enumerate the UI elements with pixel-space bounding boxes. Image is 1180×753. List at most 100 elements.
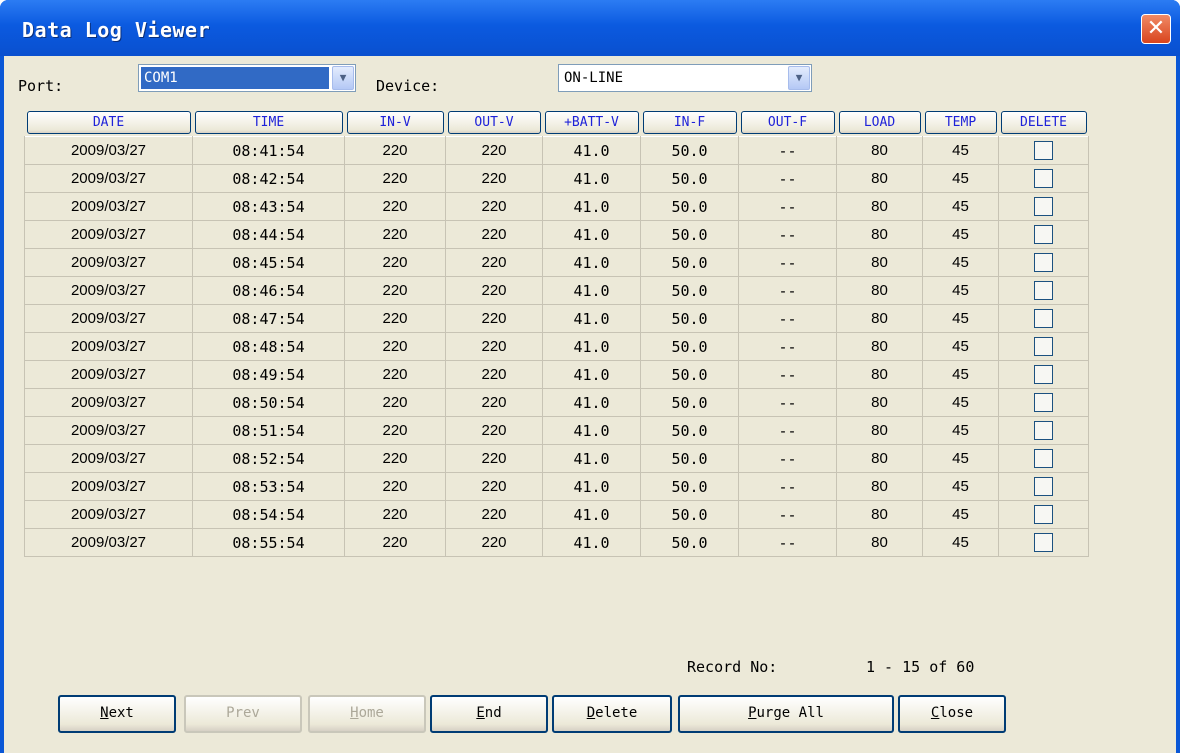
delete-checkbox[interactable] <box>1034 141 1053 160</box>
delete-checkbox[interactable] <box>1034 393 1053 412</box>
delete-cell[interactable] <box>998 164 1089 193</box>
cell-date: 2009/03/27 <box>24 528 193 557</box>
cell-in-v: 220 <box>344 332 446 361</box>
cell-date: 2009/03/27 <box>24 500 193 529</box>
prev-button[interactable]: Prev <box>184 695 302 733</box>
table-row[interactable]: 2009/03/27 08:44:54 220 220 41.0 50.0 -- 80 45 <box>24 220 1089 249</box>
close-window-button[interactable]: ✕ <box>1141 14 1171 44</box>
delete-cell[interactable] <box>998 360 1089 389</box>
table-row[interactable]: 2009/03/27 08:52:54 220 220 41.0 50.0 -- 80 45 <box>24 444 1089 473</box>
cell-date: 2009/03/27 <box>24 164 193 193</box>
chevron-down-icon[interactable]: ▼ <box>332 66 354 90</box>
cell-out-v: 220 <box>445 472 543 501</box>
delete-button[interactable]: Delete <box>552 695 672 733</box>
delete-cell[interactable] <box>998 472 1089 501</box>
next-button[interactable]: Next <box>58 695 176 733</box>
cell-load: 80 <box>836 472 923 501</box>
table-row[interactable]: 2009/03/27 08:41:54 220 220 41.0 50.0 -- 80 45 <box>24 136 1089 165</box>
record-no-label: Record No: <box>687 658 778 676</box>
table-row[interactable]: 2009/03/27 08:46:54 220 220 41.0 50.0 -- 80 45 <box>24 276 1089 305</box>
delete-checkbox[interactable] <box>1034 421 1053 440</box>
delete-checkbox[interactable] <box>1034 505 1053 524</box>
table-row[interactable]: 2009/03/27 08:53:54 220 220 41.0 50.0 -- 80 45 <box>24 472 1089 501</box>
delete-checkbox[interactable] <box>1034 169 1053 188</box>
cell-load: 80 <box>836 136 923 165</box>
cell-out-f: -- <box>738 472 837 501</box>
table-row[interactable]: 2009/03/27 08:49:54 220 220 41.0 50.0 -- 80 45 <box>24 360 1089 389</box>
home-button[interactable]: Home <box>308 695 426 733</box>
delete-cell[interactable] <box>998 276 1089 305</box>
port-select[interactable]: COM1 ▼ <box>138 64 356 92</box>
chevron-down-icon[interactable]: ▼ <box>788 66 810 90</box>
column-header-batt-v-button[interactable]: +BATT-V <box>544 110 639 134</box>
cell-in-v: 220 <box>344 528 446 557</box>
delete-checkbox[interactable] <box>1034 365 1053 384</box>
cell-out-v: 220 <box>445 220 543 249</box>
column-header-out-f-button[interactable]: OUT-F <box>740 110 835 134</box>
cell-in-f: 50.0 <box>640 136 739 165</box>
column-header-time-button[interactable]: TIME <box>194 110 343 134</box>
cell-in-v: 220 <box>344 220 446 249</box>
cell-temp: 45 <box>922 416 999 445</box>
cell-out-f: -- <box>738 332 837 361</box>
cell-time: 08:48:54 <box>192 332 345 361</box>
cell-out-f: -- <box>738 192 837 221</box>
end-button[interactable]: End <box>430 695 548 733</box>
table-row[interactable]: 2009/03/27 08:48:54 220 220 41.0 50.0 -- 80 45 <box>24 332 1089 361</box>
cell-time: 08:52:54 <box>192 444 345 473</box>
close-button[interactable]: Close <box>898 695 1006 733</box>
cell-load: 80 <box>836 276 923 305</box>
delete-cell[interactable] <box>998 528 1089 557</box>
delete-checkbox[interactable] <box>1034 281 1053 300</box>
delete-cell[interactable] <box>998 416 1089 445</box>
column-header-date-button[interactable]: DATE <box>26 110 191 134</box>
cell-temp: 45 <box>922 360 999 389</box>
column-header-delete-button[interactable]: DELETE <box>1000 110 1087 134</box>
delete-checkbox[interactable] <box>1034 533 1053 552</box>
cell-date: 2009/03/27 <box>24 276 193 305</box>
delete-checkbox[interactable] <box>1034 449 1053 468</box>
delete-checkbox[interactable] <box>1034 337 1053 356</box>
cell-out-f: -- <box>738 136 837 165</box>
table-row[interactable]: 2009/03/27 08:43:54 220 220 41.0 50.0 -- 80 45 <box>24 192 1089 221</box>
table-row[interactable]: 2009/03/27 08:45:54 220 220 41.0 50.0 -- 80 45 <box>24 248 1089 277</box>
delete-checkbox[interactable] <box>1034 197 1053 216</box>
cell-out-v: 220 <box>445 388 543 417</box>
delete-cell[interactable] <box>998 500 1089 529</box>
cell-in-v: 220 <box>344 136 446 165</box>
table-row[interactable]: 2009/03/27 08:54:54 220 220 41.0 50.0 -- 80 45 <box>24 500 1089 529</box>
delete-checkbox[interactable] <box>1034 253 1053 272</box>
table-row[interactable]: 2009/03/27 08:51:54 220 220 41.0 50.0 -- 80 45 <box>24 416 1089 445</box>
delete-cell[interactable] <box>998 332 1089 361</box>
cell-load: 80 <box>836 360 923 389</box>
cell-time: 08:47:54 <box>192 304 345 333</box>
delete-cell[interactable] <box>998 136 1089 165</box>
cell-batt-v: 41.0 <box>542 444 641 473</box>
cell-batt-v: 41.0 <box>542 388 641 417</box>
cell-time: 08:51:54 <box>192 416 345 445</box>
purge-all-button[interactable]: Purge All <box>678 695 894 733</box>
delete-cell[interactable] <box>998 304 1089 333</box>
delete-checkbox[interactable] <box>1034 225 1053 244</box>
title-bar[interactable]: Data Log Viewer ✕ <box>0 0 1180 56</box>
column-header-in-f-button[interactable]: IN-F <box>642 110 737 134</box>
delete-cell[interactable] <box>998 248 1089 277</box>
table-row[interactable]: 2009/03/27 08:50:54 220 220 41.0 50.0 -- 80 45 <box>24 388 1089 417</box>
table-row[interactable]: 2009/03/27 08:42:54 220 220 41.0 50.0 -- 80 45 <box>24 164 1089 193</box>
column-header-delete: DELETE <box>998 108 1089 137</box>
delete-cell[interactable] <box>998 220 1089 249</box>
delete-cell[interactable] <box>998 388 1089 417</box>
cell-out-v: 220 <box>445 136 543 165</box>
delete-cell[interactable] <box>998 192 1089 221</box>
delete-checkbox[interactable] <box>1034 477 1053 496</box>
delete-cell[interactable] <box>998 444 1089 473</box>
column-header-temp-button[interactable]: TEMP <box>924 110 997 134</box>
column-header-out-v-button[interactable]: OUT-V <box>447 110 541 134</box>
device-select[interactable]: ON-LINE ▼ <box>558 64 812 92</box>
table-row[interactable]: 2009/03/27 08:55:54 220 220 41.0 50.0 -- 80 45 <box>24 528 1089 557</box>
column-header-in-v-button[interactable]: IN-V <box>346 110 444 134</box>
cell-in-f: 50.0 <box>640 304 739 333</box>
table-row[interactable]: 2009/03/27 08:47:54 220 220 41.0 50.0 -- 80 45 <box>24 304 1089 333</box>
delete-checkbox[interactable] <box>1034 309 1053 328</box>
column-header-load-button[interactable]: LOAD <box>838 110 921 134</box>
